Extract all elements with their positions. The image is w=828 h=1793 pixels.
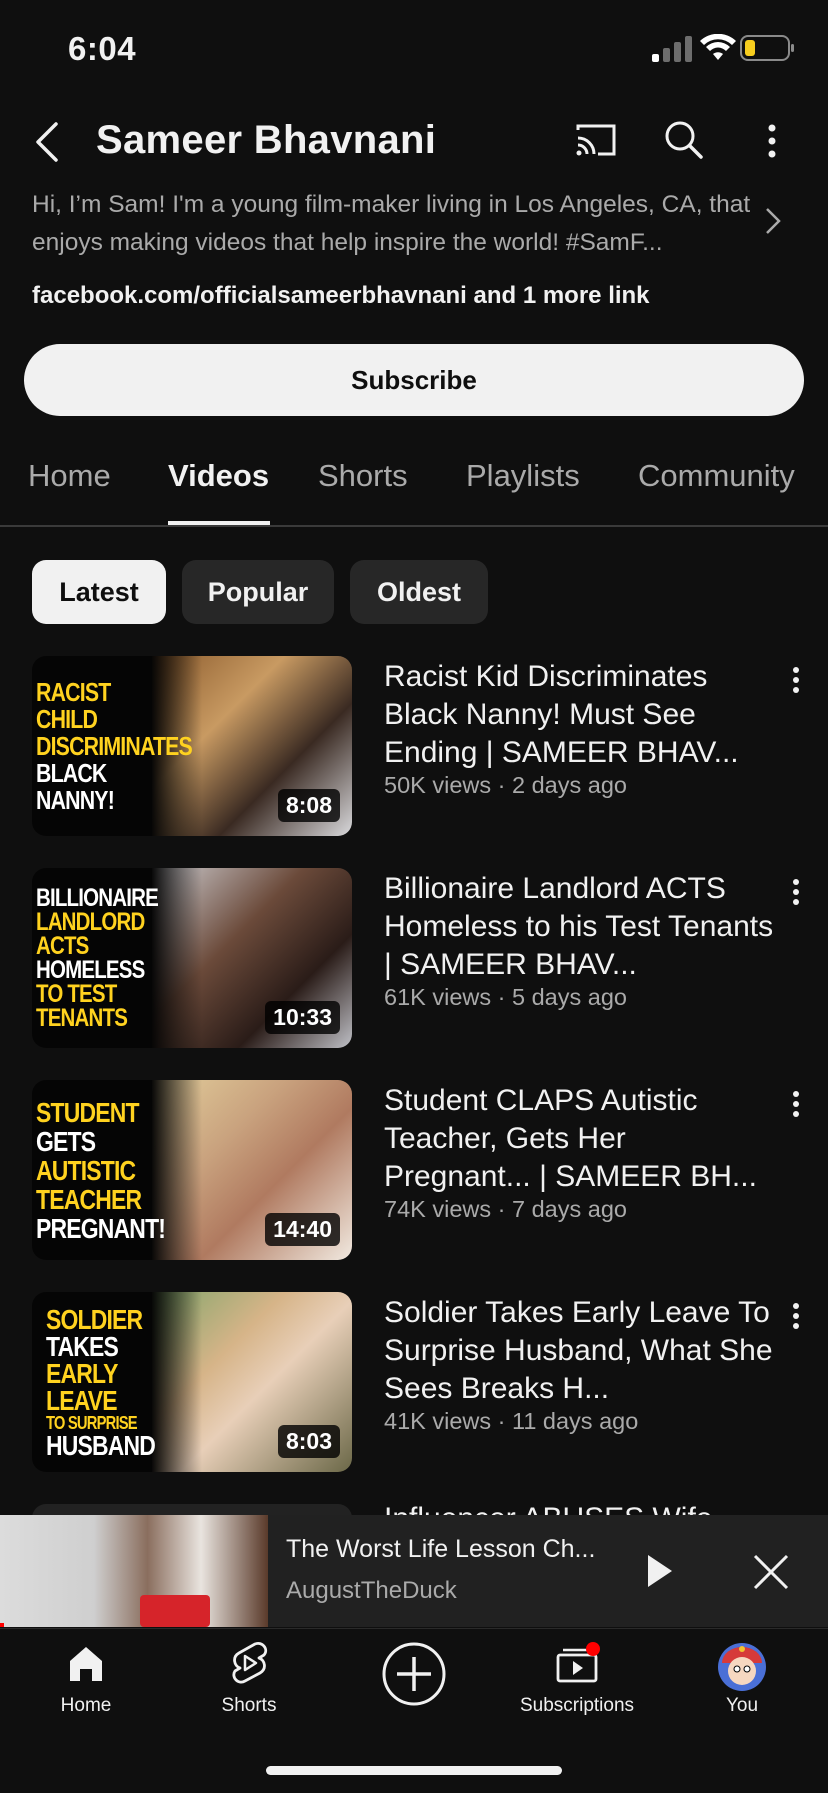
video-meta: 50K views · 2 days ago bbox=[384, 772, 627, 798]
video-meta: 61K views · 5 days ago bbox=[384, 984, 627, 1010]
video-meta: 74K views · 7 days ago bbox=[384, 1196, 627, 1222]
video-more-icon[interactable] bbox=[784, 666, 808, 696]
nav-subscriptions[interactable]: Subscriptions bbox=[507, 1629, 647, 1739]
home-indicator bbox=[266, 1766, 562, 1775]
tab-shorts[interactable]: Shorts bbox=[318, 458, 408, 494]
thumbnail-text: Racist Child Discriminates Black Nanny! bbox=[36, 676, 193, 815]
wifi-icon bbox=[700, 34, 736, 60]
video-more-icon[interactable] bbox=[784, 1090, 808, 1120]
search-icon[interactable] bbox=[664, 120, 704, 160]
miniplayer-thumbnail[interactable] bbox=[0, 1515, 268, 1627]
thumbnail-text: Billionaire Landlord Acts Homeless To Te… bbox=[36, 884, 159, 1032]
miniplayer-channel: AugustTheDuck bbox=[286, 1577, 457, 1604]
nav-home-label: Home bbox=[60, 1695, 112, 1716]
video-thumbnail[interactable]: Racist Child Discriminates Black Nanny! … bbox=[32, 656, 352, 836]
video-title[interactable]: Influencer ABUSES Wife bbox=[384, 1504, 774, 1515]
video-duration: 8:08 bbox=[277, 789, 340, 822]
nav-you[interactable]: You bbox=[672, 1629, 812, 1739]
thumbnail-text: Student Gets Autistic Teacher Pregnant! bbox=[36, 1096, 166, 1244]
video-more-icon[interactable] bbox=[784, 1302, 808, 1332]
tab-videos[interactable]: Videos bbox=[168, 458, 269, 494]
miniplayer[interactable]: The Worst Life Lesson Ch... AugustTheDuc… bbox=[0, 1515, 828, 1627]
video-duration: 8:03 bbox=[277, 1425, 340, 1458]
video-thumbnail[interactable] bbox=[32, 1504, 352, 1515]
shorts-icon bbox=[232, 1641, 268, 1684]
video-title[interactable]: Billionaire Landlord ACTS Homeless to hi… bbox=[384, 870, 774, 984]
video-row[interactable]: Student Gets Autistic Teacher Pregnant! … bbox=[0, 1080, 828, 1270]
close-icon[interactable] bbox=[752, 1553, 790, 1591]
video-title[interactable]: Racist Kid Discriminates Black Nanny! Mu… bbox=[384, 658, 774, 772]
status-time: 6:04 bbox=[68, 30, 137, 67]
more-options-icon[interactable] bbox=[764, 122, 780, 162]
video-duration: 10:33 bbox=[265, 1001, 340, 1034]
channel-links[interactable]: facebook.com/officialsameerbhavnani and … bbox=[32, 282, 650, 310]
video-more-icon[interactable] bbox=[784, 878, 808, 908]
tab-home[interactable]: Home bbox=[28, 458, 111, 494]
nav-create[interactable] bbox=[344, 1629, 484, 1739]
play-icon[interactable] bbox=[644, 1553, 676, 1589]
video-meta: 41K views · 11 days ago bbox=[384, 1408, 639, 1434]
nav-subscriptions-label: Subscriptions bbox=[519, 1695, 635, 1716]
subscriptions-icon bbox=[556, 1642, 600, 1683]
chip-popular[interactable]: Popular bbox=[182, 560, 334, 624]
miniplayer-title[interactable]: The Worst Life Lesson Ch... bbox=[286, 1535, 595, 1564]
video-row[interactable]: Billionaire Landlord Acts Homeless To Te… bbox=[0, 868, 828, 1058]
chip-latest[interactable]: Latest bbox=[32, 560, 166, 624]
tab-playlists[interactable]: Playlists bbox=[466, 458, 580, 494]
cellular-signal-icon bbox=[652, 36, 692, 62]
video-thumbnail[interactable]: Billionaire Landlord Acts Homeless To Te… bbox=[32, 868, 352, 1048]
video-row-partial[interactable]: Influencer ABUSES Wife bbox=[0, 1504, 828, 1515]
avatar bbox=[718, 1643, 766, 1691]
video-thumbnail[interactable]: Soldier Takes Early Leave To Surprise Hu… bbox=[32, 1292, 352, 1472]
subscribe-button[interactable]: Subscribe bbox=[24, 344, 804, 416]
battery-icon bbox=[740, 35, 794, 61]
tab-community[interactable]: Community bbox=[638, 458, 795, 494]
home-icon bbox=[70, 1647, 102, 1681]
video-thumbnail[interactable]: Student Gets Autistic Teacher Pregnant! … bbox=[32, 1080, 352, 1260]
chip-oldest[interactable]: Oldest bbox=[350, 560, 488, 624]
video-title[interactable]: Student CLAPS Autistic Teacher, Gets Her… bbox=[384, 1082, 774, 1196]
nav-you-label: You bbox=[725, 1695, 759, 1716]
cast-icon[interactable] bbox=[574, 122, 618, 158]
thumbnail-text: Soldier Takes Early Leave To Surprise Hu… bbox=[46, 1303, 156, 1461]
video-row[interactable]: Racist Child Discriminates Black Nanny! … bbox=[0, 656, 828, 846]
nav-shorts[interactable]: Shorts bbox=[179, 1629, 319, 1739]
back-arrow-icon[interactable] bbox=[34, 120, 60, 164]
nav-home[interactable]: Home bbox=[16, 1629, 156, 1739]
create-icon bbox=[382, 1642, 446, 1706]
chevron-right-icon[interactable] bbox=[764, 206, 782, 236]
channel-description[interactable]: Hi, I’m Sam! I'm a young film-maker livi… bbox=[32, 186, 752, 262]
video-title[interactable]: Soldier Takes Early Leave To Surprise Hu… bbox=[384, 1294, 774, 1408]
video-row[interactable]: Soldier Takes Early Leave To Surprise Hu… bbox=[0, 1292, 828, 1482]
nav-shorts-label: Shorts bbox=[221, 1695, 277, 1716]
tabs-divider bbox=[0, 525, 828, 527]
video-duration: 14:40 bbox=[265, 1213, 340, 1246]
channel-title: Sameer Bhavnani bbox=[96, 118, 437, 162]
